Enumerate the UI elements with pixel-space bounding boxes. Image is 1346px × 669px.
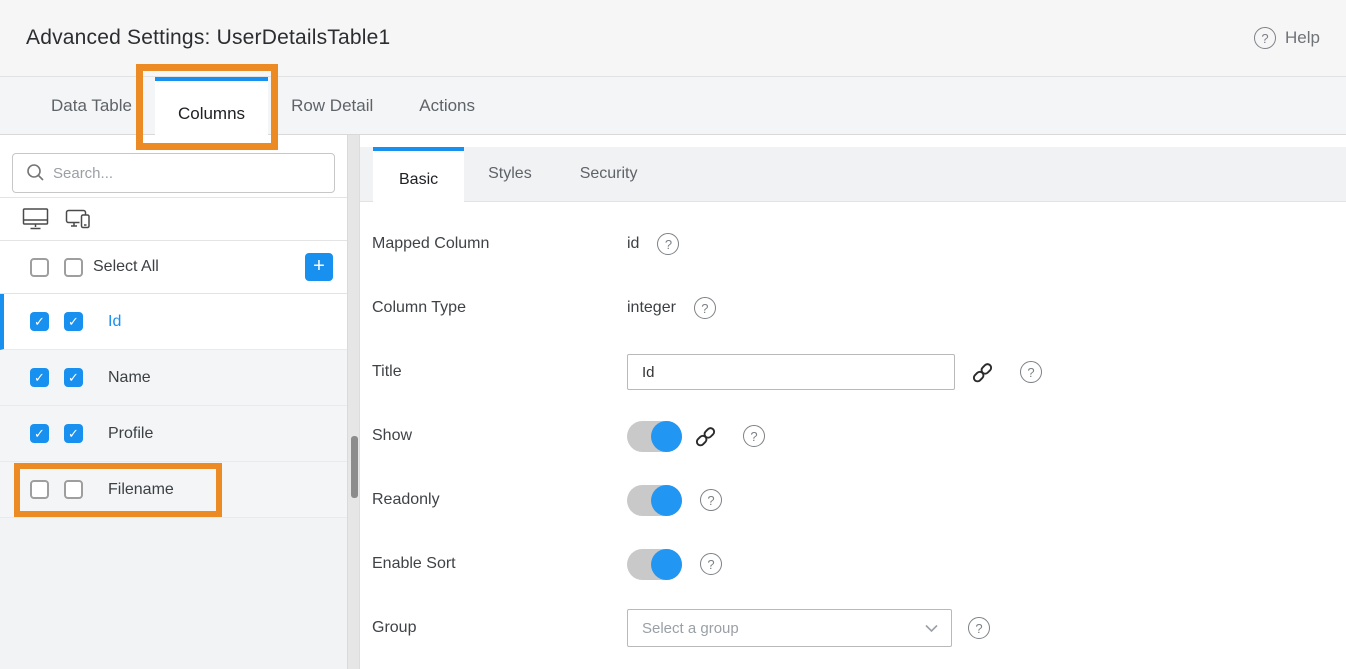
column-row-name[interactable]: ✓ ✓ Name <box>0 350 347 406</box>
column-row-id[interactable]: ✓ ✓ Id <box>0 294 347 350</box>
enable-sort-label: Enable Sort <box>372 555 627 573</box>
name-mobile-checkbox[interactable]: ✓ <box>64 368 83 387</box>
columns-sidebar: Select All + ✓ ✓ Id ✓ ✓ Name ✓ ✓ Profile… <box>0 135 347 669</box>
tab-styles[interactable]: Styles <box>464 147 556 201</box>
tab-security[interactable]: Security <box>556 147 662 201</box>
main-tab-bar: Data Table Columns Row Detail Actions <box>0 77 1346 135</box>
select-all-row: Select All + <box>0 241 347 294</box>
tab-actions[interactable]: Actions <box>396 77 498 134</box>
column-label-id: Id <box>108 313 121 331</box>
view-toggle-row <box>0 198 347 241</box>
profile-web-checkbox[interactable]: ✓ <box>30 424 49 443</box>
show-help-icon[interactable]: ? <box>743 425 765 447</box>
column-type-help-icon[interactable]: ? <box>694 297 716 319</box>
mapped-column-help-icon[interactable]: ? <box>657 233 679 255</box>
show-bind-link-icon[interactable] <box>694 425 717 448</box>
title-bind-link-icon[interactable] <box>971 361 994 384</box>
show-toggle[interactable] <box>627 421 682 452</box>
show-label: Show <box>372 427 627 445</box>
id-web-checkbox[interactable]: ✓ <box>30 312 49 331</box>
basic-settings-form: Mapped Column id ? Column Type integer ?… <box>360 202 1346 660</box>
id-mobile-checkbox[interactable]: ✓ <box>64 312 83 331</box>
dialog-header: Advanced Settings: UserDetailsTable1 ? H… <box>0 0 1346 77</box>
column-label-name: Name <box>108 369 151 387</box>
column-type-label: Column Type <box>372 299 627 317</box>
filename-mobile-checkbox[interactable] <box>64 480 83 499</box>
tab-row-detail[interactable]: Row Detail <box>268 77 396 134</box>
mobile-devices-icon[interactable] <box>65 207 93 231</box>
tab-basic[interactable]: Basic <box>373 147 464 208</box>
help-button[interactable]: ? Help <box>1254 27 1320 49</box>
desktop-view-icon[interactable] <box>22 207 49 231</box>
show-row: Show ? <box>372 404 1346 468</box>
enable-sort-row: Enable Sort ? <box>372 532 1346 596</box>
group-help-icon[interactable]: ? <box>968 617 990 639</box>
sidebar-scrollbar-thumb[interactable] <box>351 436 358 498</box>
tab-columns[interactable]: Columns <box>155 77 268 147</box>
readonly-label: Readonly <box>372 491 627 509</box>
page-title: Advanced Settings: UserDetailsTable1 <box>26 26 390 50</box>
column-settings-panel: Basic Styles Security Mapped Column id ?… <box>360 135 1346 669</box>
sidebar-scrollbar-track <box>347 135 360 669</box>
add-column-button[interactable]: + <box>305 253 333 281</box>
title-input[interactable] <box>627 354 955 390</box>
search-input[interactable] <box>12 153 335 193</box>
enable-sort-help-icon[interactable]: ? <box>700 553 722 575</box>
tab-data-table[interactable]: Data Table <box>28 77 155 134</box>
select-all-web-checkbox[interactable] <box>30 258 49 277</box>
mapped-column-label: Mapped Column <box>372 235 627 253</box>
readonly-help-icon[interactable]: ? <box>700 489 722 511</box>
group-select-placeholder: Select a group <box>642 620 739 637</box>
column-type-value: integer <box>627 299 676 317</box>
mapped-column-value: id <box>627 235 639 253</box>
readonly-toggle[interactable] <box>627 485 682 516</box>
mapped-column-row: Mapped Column id ? <box>372 212 1346 276</box>
group-select[interactable]: Select a group <box>627 609 952 647</box>
select-all-label: Select All <box>93 258 159 276</box>
sidebar-empty-area <box>0 518 347 669</box>
dialog-body: Select All + ✓ ✓ Id ✓ ✓ Name ✓ ✓ Profile… <box>0 135 1346 669</box>
column-label-profile: Profile <box>108 425 153 443</box>
filename-web-checkbox[interactable] <box>30 480 49 499</box>
search-icon <box>25 162 47 184</box>
title-row: Title ? <box>372 340 1346 404</box>
chevron-down-icon <box>924 623 939 633</box>
group-row: Group Select a group ? <box>372 596 1346 660</box>
help-label: Help <box>1285 28 1320 48</box>
readonly-row: Readonly ? <box>372 468 1346 532</box>
column-label-filename: Filename <box>108 481 174 499</box>
title-label: Title <box>372 363 627 381</box>
column-type-row: Column Type integer ? <box>372 276 1346 340</box>
group-label: Group <box>372 619 627 637</box>
title-help-icon[interactable]: ? <box>1020 361 1042 383</box>
name-web-checkbox[interactable]: ✓ <box>30 368 49 387</box>
column-row-filename[interactable]: Filename <box>0 462 347 518</box>
profile-mobile-checkbox[interactable]: ✓ <box>64 424 83 443</box>
panel-tab-bar: Basic Styles Security <box>360 147 1346 202</box>
enable-sort-toggle[interactable] <box>627 549 682 580</box>
column-row-profile[interactable]: ✓ ✓ Profile <box>0 406 347 462</box>
help-icon: ? <box>1254 27 1276 49</box>
select-all-mobile-checkbox[interactable] <box>64 258 83 277</box>
